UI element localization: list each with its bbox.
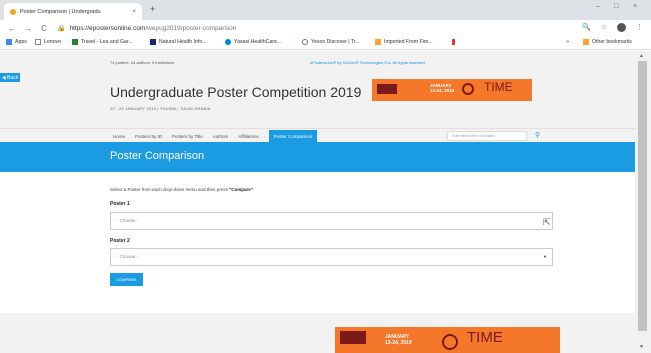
- new-tab-button[interactable]: +: [150, 4, 155, 14]
- info-strip: 74 posters, 94 authors, 9 institutions e…: [0, 51, 635, 73]
- page-title: Undergraduate Poster Competition 2019: [110, 84, 362, 100]
- favicon-icon: [10, 8, 16, 15]
- bookmark-yesoo[interactable]: Yesoo Discover | Tr...: [302, 39, 360, 45]
- banner-word: TIME: [484, 80, 513, 94]
- chevron-down-icon: ▼: [543, 254, 547, 259]
- minimize-button[interactable]: –: [596, 3, 600, 10]
- back-button[interactable]: ◀ Back: [0, 73, 20, 82]
- nav-posters-by-id[interactable]: Posters by ID: [135, 134, 162, 139]
- bookmarks-bar: Apps Lenovo Travel - Lea and Gar... Natu…: [0, 36, 651, 50]
- yasasi-icon: [225, 39, 231, 45]
- yesoo-icon: [302, 39, 308, 45]
- footer-sponsor-banner[interactable]: JANUARY 13-24, 2019 TIME: [335, 327, 560, 353]
- browser-tab-bar: Poster Comparison | Undergradu × + – □ ×: [0, 0, 651, 20]
- more-bookmarks-button[interactable]: »: [566, 39, 569, 45]
- lock-icon: 🔒: [58, 25, 66, 32]
- forward-arrow-icon[interactable]: →: [24, 24, 32, 33]
- folder-icon: [375, 39, 381, 45]
- bookmark-apps[interactable]: Apps: [6, 39, 27, 45]
- nav-home[interactable]: Home: [113, 134, 125, 139]
- scroll-thumb[interactable]: [638, 61, 647, 331]
- browser-tab[interactable]: Poster Comparison | Undergradu ×: [4, 3, 142, 20]
- nav-posters-by-title[interactable]: Posters by Title: [172, 134, 203, 139]
- page-scrollbar[interactable]: ▲ ▼: [635, 51, 651, 353]
- page-footer: JANUARY 13-24, 2019 TIME: [0, 313, 635, 353]
- bookmark-lenovo[interactable]: Lenovo: [35, 39, 61, 45]
- nav-poster-comparison[interactable]: Poster Comparison: [268, 129, 318, 143]
- nh-icon: [150, 39, 156, 45]
- page-viewport: 74 posters, 94 authors, 9 institutions e…: [0, 51, 635, 353]
- banner-logo: [340, 331, 366, 344]
- credit-link[interactable]: ePostersLive®: [310, 60, 336, 65]
- banner-date: JANUARY 13-24, 2019: [430, 83, 455, 93]
- poster2-value: - Choose -: [117, 254, 139, 259]
- instructions-text: Select a Poster from each drop-down menu…: [110, 187, 253, 192]
- mouse-cursor-icon: ⇱: [543, 217, 551, 227]
- poster1-select[interactable]: - Choose -: [110, 212, 553, 230]
- banner-logo: [377, 84, 397, 94]
- url-field[interactable]: 🔒 https://epostersonline.com/wepug2019/p…: [58, 22, 236, 34]
- bookmark-extension[interactable]: [452, 39, 458, 45]
- reload-icon[interactable]: C: [40, 24, 48, 33]
- page-icon: [35, 39, 41, 45]
- folder-icon: [583, 39, 589, 45]
- banner-word: TIME: [467, 329, 503, 346]
- copyright-text: ePostersLive® by SciGen® Technologies S.…: [310, 60, 426, 65]
- search-input[interactable]: Enter terms then hit Search...: [447, 131, 527, 141]
- nav-affiliations[interactable]: Affiliations: [238, 134, 258, 139]
- poster1-label: Poster 1: [110, 201, 130, 207]
- apps-grid-icon: [6, 39, 12, 45]
- url-host: https://epostersonline.com: [69, 24, 146, 32]
- url-path: /wepug2019/poster-comparison: [145, 24, 237, 32]
- poster2-label: Poster 2: [110, 238, 130, 244]
- tab-title: Poster Comparison | Undergradu: [20, 8, 101, 15]
- compare-button[interactable]: COMPARE: [110, 273, 143, 286]
- window-close-button[interactable]: ×: [633, 3, 637, 10]
- menu-kebab-icon[interactable]: ⋮: [636, 23, 643, 32]
- address-bar: ← → C ⌂ 🔒 https://epostersonline.com/wep…: [0, 20, 651, 36]
- bookmark-travel[interactable]: Travel - Lea and Gar...: [72, 39, 133, 45]
- sun-icon: [442, 334, 458, 350]
- leaf-icon: [72, 39, 78, 45]
- event-subtitle: 20 - 24 JANUARY 2019 | THUWAL, SAUDI ARA…: [110, 106, 211, 111]
- poster2-select[interactable]: - Choose - ▼: [110, 248, 553, 266]
- search-icon[interactable]: ⚲: [535, 131, 540, 139]
- section-banner: Poster Comparison: [0, 142, 635, 172]
- site-header: ◀ Back Undergraduate Poster Competition …: [0, 73, 635, 128]
- profile-avatar[interactable]: [617, 23, 626, 32]
- tab-close-icon[interactable]: ×: [132, 9, 136, 15]
- section-title: Poster Comparison: [110, 150, 205, 162]
- bookmark-natural-health[interactable]: Natural Health Info...: [150, 39, 207, 45]
- banner-date: JANUARY 13-24, 2019: [385, 334, 412, 346]
- scroll-up-icon[interactable]: ▲: [639, 53, 644, 59]
- back-arrow-icon[interactable]: ←: [8, 24, 16, 33]
- sponsor-banner[interactable]: JANUARY 13-24, 2019 TIME: [372, 79, 532, 101]
- scroll-down-icon[interactable]: ▼: [639, 344, 644, 350]
- maximize-button[interactable]: □: [614, 3, 618, 10]
- main-nav: Home Posters by ID Posters by Title Auth…: [0, 128, 635, 143]
- sun-icon: [462, 83, 474, 95]
- bookmark-yasasi[interactable]: Yasasi HealthCare...: [225, 39, 281, 45]
- bookmark-imported[interactable]: Imported From Fire...: [375, 39, 433, 45]
- zoom-icon[interactable]: 🔍: [582, 23, 591, 32]
- stats-text: 74 posters, 94 authors, 9 institutions: [110, 60, 175, 65]
- poster1-value: - Choose -: [117, 218, 139, 223]
- bookmark-other[interactable]: Other bookmarks: [583, 39, 632, 45]
- star-icon[interactable]: ☆: [601, 23, 607, 32]
- extension-icon: [452, 39, 455, 45]
- nav-authors[interactable]: Authors: [213, 134, 229, 139]
